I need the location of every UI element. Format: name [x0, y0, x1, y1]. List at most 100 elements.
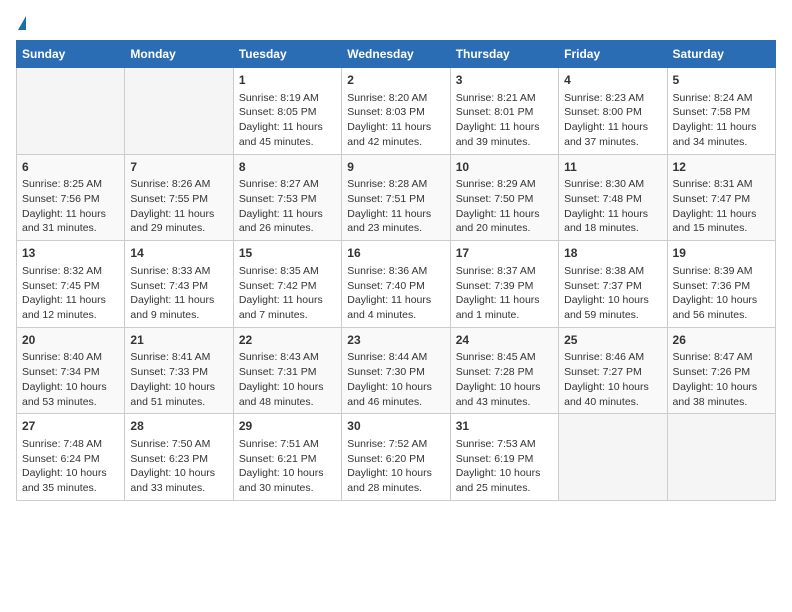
day-info: Sunrise: 8:35 AM Sunset: 7:42 PM Dayligh… [239, 264, 336, 323]
day-number: 19 [673, 245, 770, 262]
calendar-cell: 15Sunrise: 8:35 AM Sunset: 7:42 PM Dayli… [233, 241, 341, 328]
calendar-cell: 1 Sunrise: 8:19 AM Sunset: 8:05 PM Daylig… [233, 68, 341, 155]
day-number: 18 [564, 245, 661, 262]
calendar-cell: 13Sunrise: 8:32 AM Sunset: 7:45 PM Dayli… [17, 241, 125, 328]
calendar-cell: 30 Sunrise: 7:52 AM Sunset: 6:20 PM Dayli… [342, 414, 450, 501]
calendar-cell: 27 Sunrise: 7:48 AM Sunset: 6:24 PM Dayli… [17, 414, 125, 501]
day-info: Sunrise: 8:26 AM Sunset: 7:55 PM Dayligh… [130, 177, 227, 236]
day-number: 1 [239, 72, 336, 89]
calendar-cell: 31 Sunrise: 7:53 AM Sunset: 6:19 PM Dayli… [450, 414, 558, 501]
calendar-cell: 20Sunrise: 8:40 AM Sunset: 7:34 PM Dayli… [17, 327, 125, 414]
day-info: Sunrise: 8:20 AM Sunset: 8:03 PM Dayligh… [347, 91, 444, 150]
day-info: Sunrise: 8:41 AM Sunset: 7:33 PM Dayligh… [130, 350, 227, 409]
calendar-cell: 22Sunrise: 8:43 AM Sunset: 7:31 PM Dayli… [233, 327, 341, 414]
calendar-cell: 5 Sunrise: 8:24 AM Sunset: 7:58 PM Daylig… [667, 68, 775, 155]
day-number: 6 [22, 159, 119, 176]
day-info: Sunrise: 8:30 AM Sunset: 7:48 PM Dayligh… [564, 177, 661, 236]
calendar-cell: 21Sunrise: 8:41 AM Sunset: 7:33 PM Dayli… [125, 327, 233, 414]
day-number: 5 [673, 72, 770, 89]
calendar-cell: 10Sunrise: 8:29 AM Sunset: 7:50 PM Dayli… [450, 154, 558, 241]
day-number: 31 [456, 418, 553, 435]
calendar-cell: 28 Sunrise: 7:50 AM Sunset: 6:23 PM Dayli… [125, 414, 233, 501]
calendar-cell: 11Sunrise: 8:30 AM Sunset: 7:48 PM Dayli… [559, 154, 667, 241]
day-info: Sunrise: 8:31 AM Sunset: 7:47 PM Dayligh… [673, 177, 770, 236]
day-info: Sunrise: 8:46 AM Sunset: 7:27 PM Dayligh… [564, 350, 661, 409]
day-number: 22 [239, 332, 336, 349]
day-info: Sunrise: 8:23 AM Sunset: 8:00 PM Dayligh… [564, 91, 661, 150]
day-number: 29 [239, 418, 336, 435]
logo [16, 16, 26, 30]
day-number: 24 [456, 332, 553, 349]
day-number: 7 [130, 159, 227, 176]
calendar-cell: 6Sunrise: 8:25 AM Sunset: 7:56 PM Daylig… [17, 154, 125, 241]
day-info: Sunrise: 8:43 AM Sunset: 7:31 PM Dayligh… [239, 350, 336, 409]
day-info: Sunrise: 8:25 AM Sunset: 7:56 PM Dayligh… [22, 177, 119, 236]
day-number: 20 [22, 332, 119, 349]
calendar-cell: 7Sunrise: 8:26 AM Sunset: 7:55 PM Daylig… [125, 154, 233, 241]
day-number: 9 [347, 159, 444, 176]
calendar-cell: 29 Sunrise: 7:51 AM Sunset: 6:21 PM Dayli… [233, 414, 341, 501]
day-number: 23 [347, 332, 444, 349]
day-info: Sunrise: 8:33 AM Sunset: 7:43 PM Dayligh… [130, 264, 227, 323]
day-info: Sunrise: 8:19 AM Sunset: 8:05 PM Dayligh… [239, 91, 336, 150]
day-number: 17 [456, 245, 553, 262]
calendar-cell: 2 Sunrise: 8:20 AM Sunset: 8:03 PM Daylig… [342, 68, 450, 155]
day-number: 30 [347, 418, 444, 435]
day-info: Sunrise: 7:51 AM Sunset: 6:21 PM Dayligh… [239, 437, 336, 496]
day-number: 12 [673, 159, 770, 176]
column-header-friday: Friday [559, 41, 667, 68]
calendar-table: SundayMondayTuesdayWednesdayThursdayFrid… [16, 40, 776, 501]
day-info: Sunrise: 8:40 AM Sunset: 7:34 PM Dayligh… [22, 350, 119, 409]
day-number: 21 [130, 332, 227, 349]
header [16, 16, 776, 30]
calendar-cell: 19 Sunrise: 8:39 AM Sunset: 7:36 PM Dayli… [667, 241, 775, 328]
day-number: 16 [347, 245, 444, 262]
calendar-cell: 16 Sunrise: 8:36 AM Sunset: 7:40 PM Dayli… [342, 241, 450, 328]
logo-triangle-icon [18, 16, 26, 30]
day-info: Sunrise: 8:45 AM Sunset: 7:28 PM Dayligh… [456, 350, 553, 409]
day-info: Sunrise: 8:29 AM Sunset: 7:50 PM Dayligh… [456, 177, 553, 236]
calendar-cell: 25Sunrise: 8:46 AM Sunset: 7:27 PM Dayli… [559, 327, 667, 414]
calendar-cell: 23Sunrise: 8:44 AM Sunset: 7:30 PM Dayli… [342, 327, 450, 414]
day-info: Sunrise: 8:38 AM Sunset: 7:37 PM Dayligh… [564, 264, 661, 323]
day-number: 27 [22, 418, 119, 435]
calendar-cell [125, 68, 233, 155]
calendar-cell: 12Sunrise: 8:31 AM Sunset: 7:47 PM Dayli… [667, 154, 775, 241]
day-number: 8 [239, 159, 336, 176]
calendar-cell: 4 Sunrise: 8:23 AM Sunset: 8:00 PM Daylig… [559, 68, 667, 155]
day-number: 11 [564, 159, 661, 176]
calendar-cell: 24Sunrise: 8:45 AM Sunset: 7:28 PM Dayli… [450, 327, 558, 414]
day-number: 4 [564, 72, 661, 89]
calendar-cell: 9Sunrise: 8:28 AM Sunset: 7:51 PM Daylig… [342, 154, 450, 241]
column-header-tuesday: Tuesday [233, 41, 341, 68]
day-number: 25 [564, 332, 661, 349]
column-header-sunday: Sunday [17, 41, 125, 68]
calendar-cell: 14 Sunrise: 8:33 AM Sunset: 7:43 PM Dayli… [125, 241, 233, 328]
day-info: Sunrise: 8:28 AM Sunset: 7:51 PM Dayligh… [347, 177, 444, 236]
day-info: Sunrise: 8:37 AM Sunset: 7:39 PM Dayligh… [456, 264, 553, 323]
day-info: Sunrise: 7:53 AM Sunset: 6:19 PM Dayligh… [456, 437, 553, 496]
column-header-thursday: Thursday [450, 41, 558, 68]
calendar-cell: 8Sunrise: 8:27 AM Sunset: 7:53 PM Daylig… [233, 154, 341, 241]
day-info: Sunrise: 7:50 AM Sunset: 6:23 PM Dayligh… [130, 437, 227, 496]
day-number: 28 [130, 418, 227, 435]
calendar-cell: 3 Sunrise: 8:21 AM Sunset: 8:01 PM Daylig… [450, 68, 558, 155]
day-number: 3 [456, 72, 553, 89]
day-info: Sunrise: 7:48 AM Sunset: 6:24 PM Dayligh… [22, 437, 119, 496]
calendar-cell: 17 Sunrise: 8:37 AM Sunset: 7:39 PM Dayli… [450, 241, 558, 328]
day-number: 2 [347, 72, 444, 89]
day-info: Sunrise: 8:24 AM Sunset: 7:58 PM Dayligh… [673, 91, 770, 150]
day-info: Sunrise: 8:36 AM Sunset: 7:40 PM Dayligh… [347, 264, 444, 323]
column-header-monday: Monday [125, 41, 233, 68]
day-info: Sunrise: 8:47 AM Sunset: 7:26 PM Dayligh… [673, 350, 770, 409]
column-header-wednesday: Wednesday [342, 41, 450, 68]
calendar-cell [667, 414, 775, 501]
day-info: Sunrise: 8:21 AM Sunset: 8:01 PM Dayligh… [456, 91, 553, 150]
day-info: Sunrise: 8:27 AM Sunset: 7:53 PM Dayligh… [239, 177, 336, 236]
day-number: 14 [130, 245, 227, 262]
day-info: Sunrise: 8:32 AM Sunset: 7:45 PM Dayligh… [22, 264, 119, 323]
day-info: Sunrise: 8:44 AM Sunset: 7:30 PM Dayligh… [347, 350, 444, 409]
day-info: Sunrise: 8:39 AM Sunset: 7:36 PM Dayligh… [673, 264, 770, 323]
day-info: Sunrise: 7:52 AM Sunset: 6:20 PM Dayligh… [347, 437, 444, 496]
calendar-cell: 18 Sunrise: 8:38 AM Sunset: 7:37 PM Dayli… [559, 241, 667, 328]
